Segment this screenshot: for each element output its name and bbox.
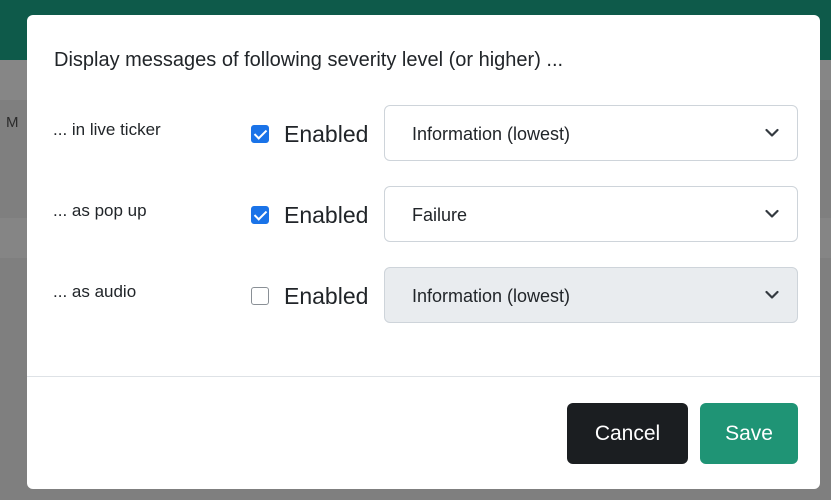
- cancel-button[interactable]: Cancel: [567, 403, 688, 464]
- setting-row-audio: ... as audio Enabled Information (lowest…: [27, 267, 820, 323]
- row-label: ... in live ticker: [53, 120, 161, 139]
- chevron-down-icon: [765, 209, 779, 218]
- setting-row-live-ticker: ... in live ticker Enabled Information (…: [27, 105, 820, 161]
- row-label: ... as pop up: [53, 201, 147, 220]
- pop-up-enabled-checkbox[interactable]: [251, 206, 269, 224]
- pop-up-severity-select[interactable]: Failure: [384, 186, 798, 242]
- row-label: ... as audio: [53, 282, 137, 301]
- audio-enabled-checkbox[interactable]: [251, 287, 269, 305]
- live-ticker-enabled-checkbox[interactable]: [251, 125, 269, 143]
- severity-settings-dialog: Display messages of following severity l…: [27, 15, 820, 489]
- selected-value: Failure: [412, 205, 468, 225]
- backdrop-text: M: [6, 114, 19, 131]
- enabled-label[interactable]: Enabled: [284, 283, 368, 310]
- enabled-label[interactable]: Enabled: [284, 121, 368, 148]
- selected-value: Information (lowest): [412, 124, 571, 144]
- setting-row-pop-up: ... as pop up Enabled Failure: [27, 186, 820, 242]
- selected-value: Information (lowest): [412, 286, 571, 306]
- footer-divider: [27, 376, 820, 377]
- chevron-down-icon: [765, 290, 779, 299]
- save-button[interactable]: Save: [700, 403, 798, 464]
- chevron-down-icon: [765, 128, 779, 137]
- enabled-label[interactable]: Enabled: [284, 202, 368, 229]
- live-ticker-severity-select[interactable]: Information (lowest): [384, 105, 798, 161]
- audio-severity-select[interactable]: Information (lowest): [384, 267, 798, 323]
- dialog-title: Display messages of following severity l…: [54, 49, 564, 71]
